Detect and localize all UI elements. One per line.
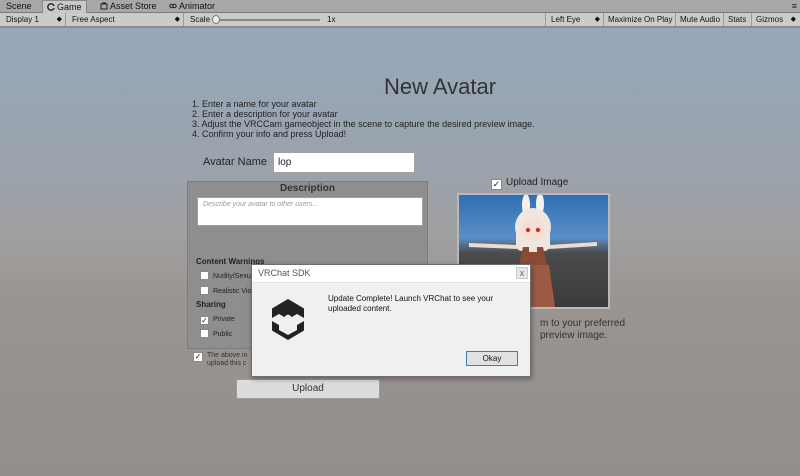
unity-logo-icon (265, 296, 311, 342)
warning-violence-label: Realistic Vio (213, 288, 252, 295)
checkbox-checked[interactable]: ✓ (193, 352, 203, 362)
editor-tab-strip: Scene Game Asset Store Animator ≡ (0, 0, 800, 13)
okay-button[interactable]: Okay (466, 351, 518, 366)
aspect-dropdown[interactable]: Free Aspect ◆ (68, 13, 184, 26)
sharing-public-option[interactable]: Public (200, 329, 232, 339)
scale-value: 1x (327, 15, 336, 24)
upload-image-toggle[interactable]: ✓ Upload Image (491, 177, 568, 190)
maximize-on-play-toggle[interactable]: Maximize On Play (604, 13, 676, 26)
asset-store-icon (100, 1, 108, 10)
gizmos-dropdown[interactable]: Gizmos ◆ (752, 13, 799, 26)
avatar-name-input[interactable]: lop (273, 152, 415, 173)
tab-animator-label: Animator (179, 1, 216, 11)
eye-dropdown-label: Left Eye (551, 15, 581, 24)
avatar-name-label: Avatar Name (203, 156, 267, 168)
instruction-step: 2. Enter a description for your avatar (192, 109, 338, 119)
display-dropdown-label: Display 1 (6, 15, 39, 24)
warning-nudity-option[interactable]: Nudity/Sexu (200, 271, 251, 281)
game-icon (47, 2, 55, 11)
checkbox-checked[interactable]: ✓ (491, 179, 502, 190)
checkbox[interactable] (200, 329, 209, 338)
aspect-dropdown-label: Free Aspect (72, 15, 115, 24)
warning-nudity-label: Nudity/Sexu (213, 273, 251, 280)
eye-dropdown[interactable]: Left Eye ◆ (547, 13, 604, 26)
tab-game[interactable]: Game (42, 0, 87, 13)
warning-violence-option[interactable]: Realistic Vio (200, 286, 251, 296)
chevron-down-icon: ◆ (56, 16, 62, 23)
stats-label: Stats (728, 15, 747, 24)
checkbox[interactable] (200, 271, 209, 280)
preview-caption: m to your preferred preview image. (540, 318, 625, 342)
game-view-toolbar: Display 1 ◆ Free Aspect ◆ Scale 1x Left Ey… (0, 13, 800, 27)
dialog-message: Update Complete! Launch VRChat to see yo… (328, 294, 493, 313)
sharing-public-label: Public (213, 331, 233, 338)
tab-game-label: Game (57, 2, 82, 12)
preview-caption-line: m to your preferred (540, 318, 626, 329)
instructions-list: 1. Enter a name for your avatar 2. Enter… (192, 99, 535, 139)
agreement-text-line: upload this c (207, 360, 247, 367)
preview-caption-line: preview image. (540, 330, 608, 341)
description-input[interactable]: Describe your avatar to other users... (197, 197, 423, 226)
chevron-down-icon: ◆ (174, 16, 180, 23)
scale-slider-thumb[interactable] (212, 15, 220, 24)
tab-scene-label: Scene (6, 1, 32, 11)
display-dropdown[interactable]: Display 1 ◆ (2, 13, 66, 26)
tab-asset-store-label: Asset Store (110, 1, 157, 11)
scale-slider-track[interactable] (215, 19, 320, 21)
vrchat-sdk-dialog: VRChat SDK x Update Complete! Launch VRC… (251, 264, 531, 377)
instruction-step: 1. Enter a name for your avatar (192, 99, 317, 109)
gizmos-label: Gizmos (756, 15, 784, 24)
mute-audio-toggle[interactable]: Mute Audio (676, 13, 724, 26)
description-heading: Description (279, 183, 335, 194)
instruction-step: 4. Confirm your info and press Upload! (192, 129, 347, 139)
stats-toggle[interactable]: Stats (724, 13, 752, 26)
chevron-down-icon: ◆ (594, 16, 600, 23)
checkbox[interactable] (200, 286, 209, 295)
close-icon[interactable]: x (516, 267, 528, 279)
tab-animator[interactable]: Animator (165, 0, 219, 13)
scale-label: Scale (190, 15, 211, 24)
instruction-step: 3. Adjust the VRCCam gameobject in the s… (192, 119, 535, 129)
mute-audio-label: Mute Audio (680, 15, 721, 24)
tab-asset-store[interactable]: Asset Store (96, 0, 161, 13)
page-title: New Avatar (384, 74, 497, 99)
agreement-text: The above in upload this c (207, 352, 247, 368)
sharing-heading: Sharing (196, 300, 226, 309)
dialog-title: VRChat SDK (258, 268, 311, 278)
maximize-on-play-label: Maximize On Play (608, 15, 673, 24)
upload-image-label: Upload Image (506, 177, 569, 188)
animator-icon (169, 1, 177, 9)
agreement-checkbox-row[interactable]: ✓ The above in upload this c (193, 352, 247, 367)
dialog-titlebar: VRChat SDK x (252, 265, 530, 283)
panel-menu-icon[interactable]: ≡ (792, 1, 797, 11)
checkbox-checked[interactable]: ✓ (200, 316, 209, 325)
agreement-text-line: The above in (207, 352, 248, 359)
sharing-private-label: Private (213, 316, 235, 323)
chevron-down-icon: ◆ (790, 16, 796, 23)
tab-scene[interactable]: Scene (2, 0, 36, 13)
sharing-private-option[interactable]: ✓ Private (200, 315, 235, 325)
upload-button[interactable]: Upload (236, 379, 380, 399)
